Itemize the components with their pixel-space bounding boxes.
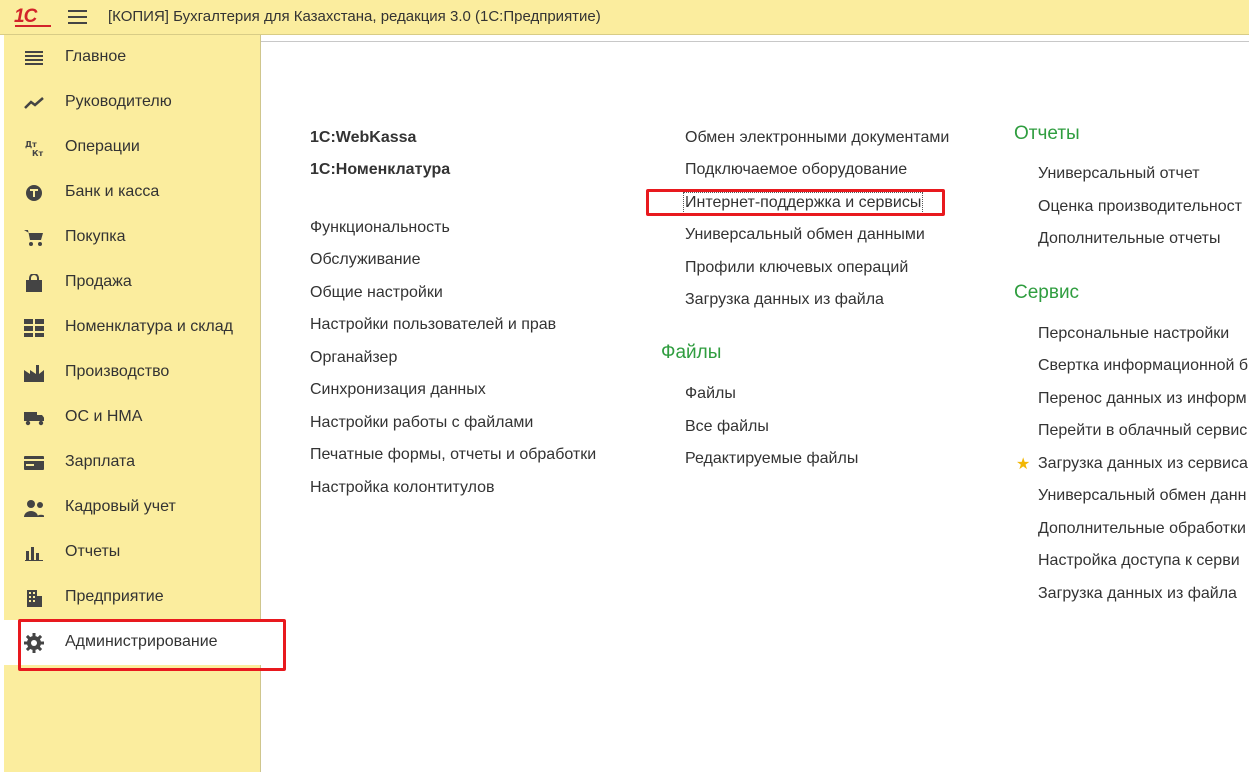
personal-settings-link[interactable]: Персональные настройки <box>1038 325 1229 343</box>
favorite-star-icon[interactable]: ★ <box>1016 454 1030 474</box>
all-files-link[interactable]: Все файлы <box>685 418 769 436</box>
sidebar-item-sales[interactable]: Продажа <box>4 260 260 305</box>
print-forms-link[interactable]: Печатные формы, отчеты и обработки <box>310 446 596 464</box>
webkassa-link[interactable]: 1С:WebKassa <box>310 129 416 147</box>
title-bar: 1С [КОПИЯ] Бухгалтерия для Казахстана, р… <box>0 0 1249 35</box>
key-operations-link[interactable]: Профили ключевых операций <box>685 259 908 277</box>
sidebar-item-main[interactable]: Главное <box>4 35 260 80</box>
data-transfer-link[interactable]: Перенос данных из информ <box>1038 390 1247 408</box>
general-settings-link[interactable]: Общие настройки <box>310 284 443 302</box>
editable-files-link[interactable]: Редактируемые файлы <box>685 450 858 468</box>
building-icon <box>24 588 44 608</box>
sidebar-item-hr[interactable]: Кадровый учет <box>4 485 260 530</box>
performance-link[interactable]: Оценка производительност <box>1038 198 1242 216</box>
data-sync-link[interactable]: Синхронизация данных <box>310 381 486 399</box>
app-logo-underline <box>15 25 51 27</box>
sidebar-item-label: Кадровый учет <box>65 498 176 515</box>
sidebar-item-label: ОС и НМА <box>65 408 143 425</box>
sidebar-item-administration[interactable]: Администрирование <box>4 620 261 665</box>
sidebar-item-label: Предприятие <box>65 588 164 605</box>
bar-chart-icon <box>24 543 44 563</box>
list-icon <box>24 48 44 68</box>
factory-icon <box>24 363 44 383</box>
sidebar-item-bank[interactable]: Банк и касса <box>4 170 260 215</box>
maintenance-link[interactable]: Обслуживание <box>310 251 420 269</box>
sidebar-item-label: Производство <box>65 363 170 380</box>
reports-group-title: Отчеты <box>1014 123 1080 144</box>
cloud-service-link[interactable]: Перейти в облачный сервис <box>1038 422 1247 440</box>
edm-link[interactable]: Обмен электронными документами <box>685 129 949 147</box>
sidebar-item-purchase[interactable]: Покупка <box>4 215 260 260</box>
organizer-link[interactable]: Органайзер <box>310 349 397 367</box>
sidebar-item-salary[interactable]: Зарплата <box>4 440 260 485</box>
content-divider <box>261 41 1249 42</box>
card-icon <box>24 453 44 473</box>
sidebar-item-label: Администрирование <box>65 633 218 650</box>
internet-support-link[interactable]: Интернет-поддержка и сервисы <box>682 192 924 214</box>
sidebar-item-label: Зарплата <box>65 453 136 470</box>
sidebar-item-nomenclature[interactable]: Номенклатура и склад <box>4 305 260 350</box>
people-icon <box>24 498 44 518</box>
sidebar-item-assets[interactable]: ОС и НМА <box>4 395 260 440</box>
sidebar-item-reports[interactable]: Отчеты <box>4 530 260 575</box>
svg-text:Дт: Дт <box>25 140 37 149</box>
menu-icon[interactable] <box>68 9 88 25</box>
functionality-link[interactable]: Функциональность <box>310 219 450 237</box>
universal-report-link[interactable]: Универсальный отчет <box>1038 165 1200 183</box>
user-settings-link[interactable]: Настройки пользователей и прав <box>310 316 556 334</box>
debit-credit-icon: Дт Кт <box>24 138 44 158</box>
service-load-from-file-link[interactable]: Загрузка данных из файла <box>1038 585 1237 603</box>
truck-icon <box>24 408 44 428</box>
universal-exchange-service-link[interactable]: Универсальный обмен данн <box>1038 487 1246 505</box>
sidebar-item-manager[interactable]: Руководителю <box>4 80 260 125</box>
sidebar-item-operations[interactable]: Дт Кт Операции <box>4 125 260 170</box>
gear-icon <box>24 633 44 653</box>
load-from-file-link[interactable]: Загрузка данных из файла <box>685 291 884 309</box>
coin-icon <box>24 183 44 203</box>
app-title: [КОПИЯ] Бухгалтерия для Казахстана, реда… <box>108 8 601 25</box>
cart-icon <box>24 228 44 248</box>
sidebar-item-label: Отчеты <box>65 543 121 560</box>
files-link[interactable]: Файлы <box>685 385 736 403</box>
grid-icon <box>24 318 44 338</box>
sidebar-item-label: Руководителю <box>65 93 172 110</box>
bag-icon <box>24 273 44 293</box>
sidebar-item-label: Номенклатура и склад <box>65 318 233 335</box>
nomenclature-link[interactable]: 1С:Номенклатура <box>310 161 450 179</box>
equipment-link[interactable]: Подключаемое оборудование <box>685 161 907 179</box>
sidebar-item-label: Банк и касса <box>65 183 160 200</box>
additional-reports-link[interactable]: Дополнительные отчеты <box>1038 230 1221 248</box>
service-group-title: Сервис <box>1014 282 1080 303</box>
headers-footers-link[interactable]: Настройка колонтитулов <box>310 479 495 497</box>
sidebar-item-label: Главное <box>65 48 127 65</box>
service-access-link[interactable]: Настройка доступа к серви <box>1038 552 1240 570</box>
sidebar-item-label: Покупка <box>65 228 126 245</box>
infobase-rollup-link[interactable]: Свертка информационной б <box>1038 357 1248 375</box>
sidebar-item-production[interactable]: Производство <box>4 350 260 395</box>
svg-text:Кт: Кт <box>32 149 44 158</box>
sidebar-item-label: Операции <box>65 138 140 155</box>
additional-processing-link[interactable]: Дополнительные обработки <box>1038 520 1246 538</box>
file-settings-link[interactable]: Настройки работы с файлами <box>310 414 533 432</box>
sidebar-item-enterprise[interactable]: Предприятие <box>4 575 260 620</box>
trend-icon <box>24 93 44 113</box>
load-from-service-link[interactable]: Загрузка данных из сервиса <box>1038 455 1248 473</box>
sidebar-item-label: Продажа <box>65 273 132 290</box>
universal-exchange-link[interactable]: Универсальный обмен данными <box>685 226 925 244</box>
sidebar: Главное Руководителю Дт Кт Операции Банк … <box>4 35 261 772</box>
files-group-title: Файлы <box>661 342 722 363</box>
